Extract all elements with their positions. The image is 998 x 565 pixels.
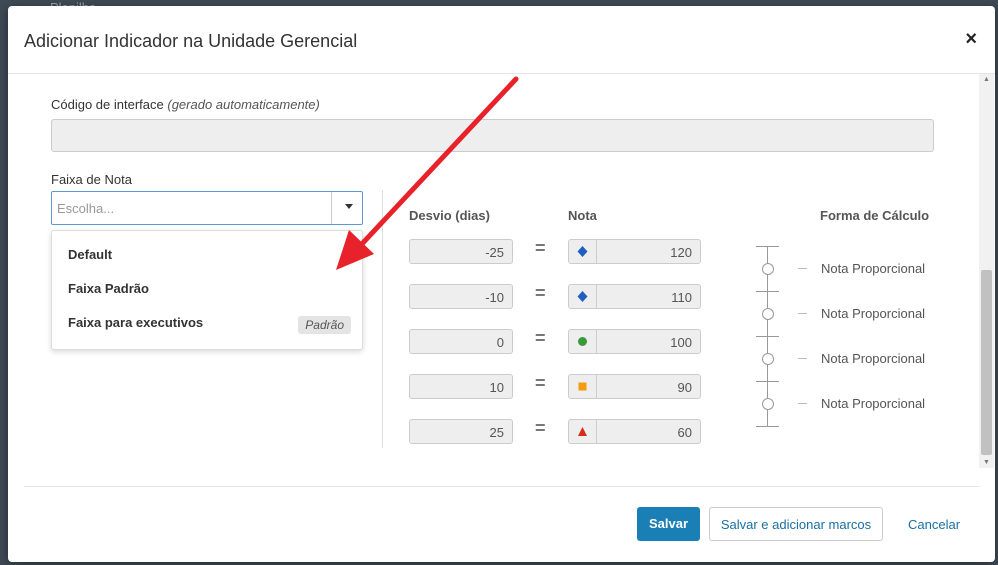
calc-method-label[interactable]: Nota Proporcional (821, 351, 925, 366)
dropdown-option-faixa-executivos[interactable]: Faixa para executivos (68, 315, 203, 330)
circle-icon (578, 337, 587, 346)
calc-connector (798, 358, 807, 359)
calc-method-header: Forma de Cálculo (820, 208, 930, 223)
diamond-icon (577, 291, 588, 302)
chevron-down-icon[interactable] (345, 204, 353, 209)
deviation-field[interactable]: 10 (409, 374, 513, 399)
grade-header: Nota (568, 208, 597, 223)
calc-node-icon[interactable] (762, 263, 774, 275)
grade-value: 60 (677, 425, 692, 440)
vertical-scrollbar[interactable]: ▲ ▼ (979, 74, 994, 468)
calc-tick (756, 246, 779, 247)
grade-field[interactable]: 100 (568, 329, 701, 354)
scroll-up-icon[interactable]: ▲ (983, 76, 990, 83)
grade-range-dropdown: Default Faixa Padrão Faixa para executiv… (51, 230, 363, 350)
symbol-cell (569, 330, 597, 353)
deviation-field[interactable]: 25 (409, 419, 513, 444)
modal-body: Código de interface (gerado automaticame… (8, 74, 980, 468)
deviation-field[interactable]: -25 (409, 239, 513, 264)
equals-sign: = (535, 418, 546, 438)
add-indicator-modal: Adicionar Indicador na Unidade Gerencial… (8, 6, 995, 562)
calc-connector (798, 268, 807, 269)
calc-node-icon[interactable] (762, 398, 774, 410)
grade-range-label: Faixa de Nota (51, 172, 132, 187)
select-divider (331, 192, 332, 224)
symbol-cell (569, 420, 597, 443)
interface-code-label: Código de interface (gerado automaticame… (51, 97, 320, 112)
equals-sign: = (535, 283, 546, 303)
modal-title: Adicionar Indicador na Unidade Gerencial (24, 31, 358, 51)
interface-code-field (51, 119, 934, 152)
scroll-down-icon[interactable]: ▼ (983, 459, 990, 466)
calc-tick (756, 291, 779, 292)
calc-tick (756, 381, 779, 382)
grade-field[interactable]: 90 (568, 374, 701, 399)
calc-method-label[interactable]: Nota Proporcional (821, 261, 925, 276)
grade-value: 90 (677, 380, 692, 395)
calc-method-label[interactable]: Nota Proporcional (821, 396, 925, 411)
grade-field[interactable]: 120 (568, 239, 701, 264)
symbol-cell (569, 240, 597, 263)
deviation-field[interactable]: -10 (409, 284, 513, 309)
footer-divider (24, 486, 979, 487)
calc-node-icon[interactable] (762, 353, 774, 365)
grade-value: 110 (671, 290, 692, 305)
column-divider (382, 190, 383, 448)
deviation-field[interactable]: 0 (409, 329, 513, 354)
calc-node-icon[interactable] (762, 308, 774, 320)
grade-field[interactable]: 60 (568, 419, 701, 444)
cancel-button[interactable]: Cancelar (908, 517, 960, 532)
default-badge: Padrão (298, 316, 351, 334)
symbol-cell (569, 375, 597, 398)
dropdown-option-default[interactable]: Default (68, 247, 112, 262)
equals-sign: = (535, 373, 546, 393)
triangle-icon (578, 427, 587, 436)
close-icon[interactable]: × (965, 28, 977, 51)
deviation-header: Desvio (dias) (409, 208, 490, 223)
grade-value: 100 (670, 335, 692, 350)
diamond-icon (577, 246, 588, 257)
scroll-thumb[interactable] (981, 270, 992, 455)
calc-tick (756, 426, 779, 427)
square-icon (578, 382, 587, 391)
dropdown-option-faixa-padrao[interactable]: Faixa Padrão (68, 281, 149, 296)
save-button[interactable]: Salvar (637, 507, 700, 541)
equals-sign: = (535, 328, 546, 348)
grade-field[interactable]: 110 (568, 284, 701, 309)
calc-connector (798, 403, 807, 404)
calc-method-label[interactable]: Nota Proporcional (821, 306, 925, 321)
grade-value: 120 (670, 245, 692, 260)
grade-range-placeholder: Escolha... (57, 201, 115, 216)
modal-header: Adicionar Indicador na Unidade Gerencial… (8, 6, 995, 74)
grade-range-select[interactable]: Escolha... (51, 191, 363, 225)
save-and-add-milestones-button[interactable]: Salvar e adicionar marcos (709, 507, 883, 541)
calc-connector (798, 313, 807, 314)
symbol-cell (569, 285, 597, 308)
calc-tick (756, 336, 779, 337)
equals-sign: = (535, 238, 546, 258)
